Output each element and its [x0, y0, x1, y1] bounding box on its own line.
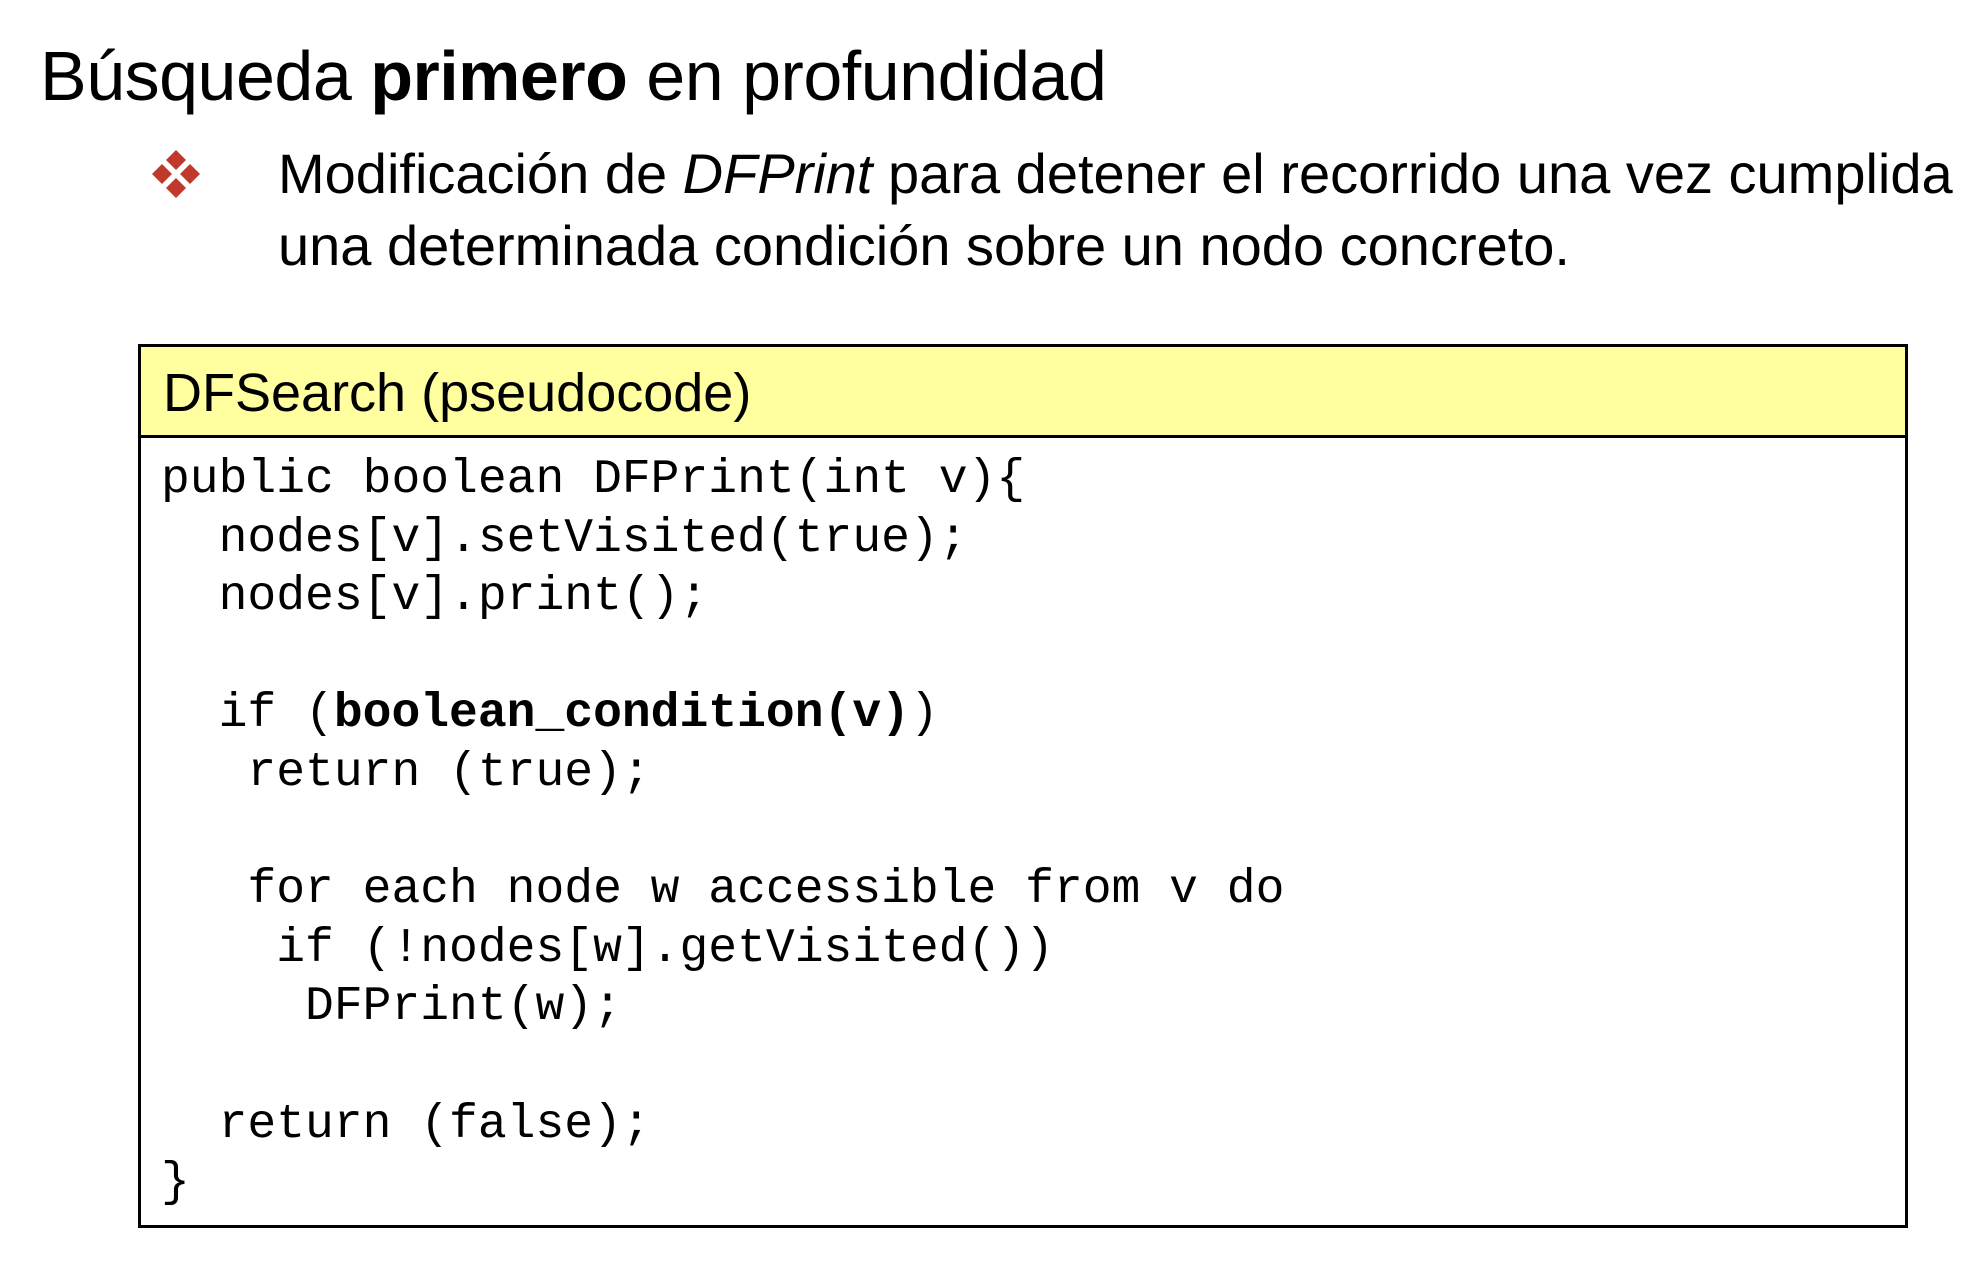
four-diamonds-icon: [152, 150, 200, 198]
code-line-text-end: ): [909, 687, 939, 742]
code-line-text: public boolean DFPrint(int v){: [161, 453, 1026, 507]
code-box-header-text: DFSearch (pseudocode): [163, 363, 752, 423]
code-line: if (!nodes[w].getVisited()): [161, 920, 1895, 979]
code-line-text: for each node w accessible from v do: [161, 863, 1285, 918]
code-line: DFPrint(w);: [161, 978, 1895, 1037]
code-line-text: return (false);: [161, 1097, 651, 1152]
title-bold: primero: [370, 37, 628, 115]
code-line-text: nodes[v].print();: [161, 570, 709, 625]
code-line-text: return (true);: [161, 745, 651, 800]
title-part1: Búsqueda: [40, 37, 371, 115]
code-line: public boolean DFPrint(int v){: [161, 451, 1895, 510]
code-line: return (true);: [161, 744, 1895, 803]
code-line: if (boolean_condition(v)): [161, 685, 1895, 744]
bullet-point: Modificación de DFPrint para detener el …: [150, 138, 1953, 278]
code-line: }: [161, 1154, 1895, 1213]
slide-title: Búsqueda primero en profundidad: [40, 28, 1107, 124]
title-part2: en profundidad: [627, 37, 1107, 115]
code-body: public boolean DFPrint(int v){ nodes[v].…: [161, 451, 1895, 1213]
code-line-text: if (: [161, 687, 334, 742]
code-line: return (false);: [161, 1096, 1895, 1155]
bullet-text-part1: Modificación de: [278, 142, 683, 205]
code-line-text: }: [161, 1156, 190, 1211]
code-line-bold: boolean_condition(v): [333, 687, 910, 742]
code-line-text: DFPrint(w);: [161, 980, 622, 1035]
code-line-text: nodes[v].setVisited(true);: [161, 511, 968, 566]
bullet-text: Modificación de DFPrint para detener el …: [278, 138, 1978, 282]
code-box-header: DFSearch (pseudocode): [141, 347, 1905, 438]
code-box: DFSearch (pseudocode) public boolean DFP…: [138, 344, 1908, 1228]
code-line: for each node w accessible from v do: [161, 861, 1895, 920]
code-line: nodes[v].print();: [161, 568, 1895, 627]
code-line: nodes[v].setVisited(true);: [161, 510, 1895, 569]
code-line-text: if (!nodes[w].getVisited()): [161, 921, 1054, 976]
bullet-text-italic: DFPrint: [682, 142, 873, 205]
